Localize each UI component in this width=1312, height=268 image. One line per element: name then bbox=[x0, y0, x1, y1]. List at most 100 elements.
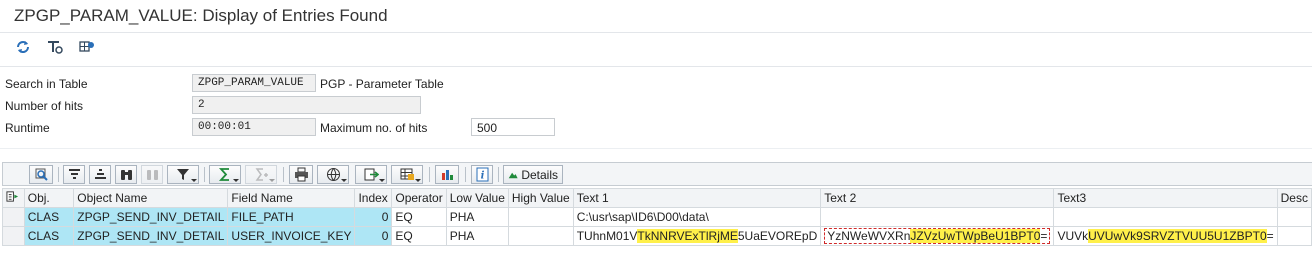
dropdown-caret bbox=[415, 179, 421, 182]
col-field-name[interactable]: Field Name bbox=[227, 188, 356, 208]
row-selector[interactable] bbox=[2, 226, 25, 246]
cell-desc[interactable] bbox=[1276, 226, 1312, 246]
row-selector[interactable] bbox=[2, 207, 25, 227]
application-toolbar bbox=[12, 36, 98, 58]
cell-low-value[interactable]: PHA bbox=[445, 226, 509, 246]
toolbar-separator bbox=[429, 167, 430, 182]
results-grid: Obj. Object Name Field Name Index Operat… bbox=[2, 188, 1312, 246]
subtotal-button[interactable] bbox=[245, 165, 277, 184]
cell-field-name[interactable]: USER_INVOICE_KEY bbox=[227, 226, 356, 246]
dropdown-caret bbox=[341, 179, 347, 182]
col-operator[interactable]: Operator bbox=[391, 188, 447, 208]
info-button[interactable]: i bbox=[471, 165, 493, 184]
table-name-field: ZPGP_PARAM_VALUE bbox=[192, 74, 316, 92]
find-next-button[interactable] bbox=[141, 165, 163, 184]
binoculars-next-icon bbox=[146, 170, 158, 180]
cell-high-value[interactable] bbox=[507, 226, 574, 246]
binoculars-icon bbox=[120, 170, 132, 180]
col-high-value[interactable]: High Value bbox=[507, 188, 574, 208]
col-text-2[interactable]: Text 2 bbox=[820, 188, 1055, 208]
details-button[interactable]: Details bbox=[503, 165, 563, 184]
max-hits-label: Maximum no. of hits bbox=[320, 121, 428, 135]
table-row[interactable]: CLAS ZPGP_SEND_INV_DETAIL USER_INVOICE_K… bbox=[2, 226, 1312, 246]
cell-obj[interactable]: CLAS bbox=[23, 226, 75, 246]
text-2-highlight: JZVzUwTWpBeU1BPT0 bbox=[910, 229, 1041, 243]
title-divider bbox=[0, 32, 1312, 33]
toolbar-separator bbox=[498, 167, 499, 182]
alv-toolbar: i Details bbox=[2, 162, 1312, 186]
cell-text-1[interactable]: C:\usr\sap\ID6\D00\data\ bbox=[572, 207, 822, 227]
print-button[interactable] bbox=[289, 165, 313, 184]
printer-icon bbox=[294, 167, 308, 182]
table-settings-icon[interactable] bbox=[44, 36, 66, 58]
cell-desc[interactable] bbox=[1276, 207, 1312, 227]
cell-field-name[interactable]: FILE_PATH bbox=[227, 207, 356, 227]
text-2-marked: YzNWeWVXRnJZVzUwTWpBeU1BPT0= bbox=[824, 228, 1051, 244]
layout-icon-cell[interactable] bbox=[2, 188, 25, 208]
grid-settings-icon[interactable] bbox=[76, 36, 98, 58]
dropdown-caret bbox=[191, 179, 197, 182]
text-3-part-c: = bbox=[1266, 229, 1274, 243]
layout-button[interactable] bbox=[391, 165, 423, 184]
col-text-3[interactable]: Text3 bbox=[1053, 188, 1278, 208]
cell-operator[interactable]: EQ bbox=[391, 226, 447, 246]
cell-operator[interactable]: EQ bbox=[391, 207, 447, 227]
cell-low-value[interactable]: PHA bbox=[445, 207, 509, 227]
col-obj[interactable]: Obj. bbox=[23, 188, 75, 208]
dropdown-caret bbox=[379, 179, 385, 182]
cell-object-name[interactable]: ZPGP_SEND_INV_DETAIL bbox=[73, 226, 229, 246]
find-button[interactable] bbox=[115, 165, 137, 184]
table-description: PGP - Parameter Table bbox=[320, 77, 444, 91]
graphic-button[interactable] bbox=[435, 165, 459, 184]
mountain-icon bbox=[508, 172, 518, 179]
text-1-highlight: TkNNRVExTlRjME bbox=[637, 229, 738, 243]
col-index[interactable]: Index bbox=[354, 188, 393, 208]
cell-text-1[interactable]: TUhnM01VTkNNRVExTlRjME5UaEVOREpD bbox=[572, 226, 822, 246]
text-1-part-c: 5UaEVOREpD bbox=[737, 229, 818, 243]
select-all-icon bbox=[6, 191, 19, 202]
cell-obj[interactable]: CLAS bbox=[23, 207, 75, 227]
window-title: ZPGP_PARAM_VALUE: Display of Entries Fou… bbox=[14, 6, 388, 25]
svg-text:i: i bbox=[480, 171, 484, 182]
search-table-label: Search in Table bbox=[5, 77, 88, 91]
cell-text-2[interactable] bbox=[820, 207, 1055, 227]
header-row: Obj. Object Name Field Name Index Operat… bbox=[2, 188, 1312, 208]
col-desc[interactable]: Desc bbox=[1276, 188, 1312, 208]
toolbar-separator bbox=[283, 167, 284, 182]
col-low-value[interactable]: Low Value bbox=[445, 188, 509, 208]
info-icon: i bbox=[476, 167, 488, 182]
total-button[interactable] bbox=[209, 165, 241, 184]
toolbar-separator bbox=[465, 167, 466, 182]
text-2-part-c: = bbox=[1040, 229, 1048, 243]
filter-button[interactable] bbox=[167, 165, 199, 184]
magnifier-icon bbox=[35, 168, 48, 181]
cell-text-3[interactable]: VUVkUVUwVk9SRVZTVUU5U1ZBPT0= bbox=[1053, 226, 1278, 246]
text-3-part-a: VUVk bbox=[1057, 229, 1089, 243]
sum-icon bbox=[218, 168, 229, 181]
max-hits-input[interactable]: 500 bbox=[471, 118, 555, 136]
col-object-name[interactable]: Object Name bbox=[73, 188, 229, 208]
cell-object-name[interactable]: ZPGP_SEND_INV_DETAIL bbox=[73, 207, 229, 227]
cell-index[interactable]: 0 bbox=[354, 207, 393, 227]
export-icon bbox=[364, 168, 379, 181]
sort-ascending-icon bbox=[68, 169, 80, 179]
bar-chart-icon bbox=[441, 170, 453, 180]
cell-text-2[interactable]: YzNWeWVXRnJZVzUwTWpBeU1BPT0= bbox=[820, 226, 1055, 246]
dropdown-caret bbox=[233, 179, 239, 182]
table-row[interactable]: CLAS ZPGP_SEND_INV_DETAIL FILE_PATH 0 EQ… bbox=[2, 207, 1312, 227]
sort-descending-button[interactable] bbox=[89, 165, 111, 184]
cell-high-value[interactable] bbox=[507, 207, 574, 227]
runtime-label: Runtime bbox=[5, 121, 50, 135]
refresh-icon[interactable] bbox=[12, 36, 34, 58]
col-text-1[interactable]: Text 1 bbox=[572, 188, 822, 208]
toolbar-separator bbox=[58, 167, 59, 182]
export-button[interactable] bbox=[355, 165, 387, 184]
text-2-part-a: YzNWeWVXRn bbox=[827, 229, 911, 243]
globe-icon bbox=[326, 168, 340, 181]
cell-text-3[interactable] bbox=[1053, 207, 1278, 227]
sort-ascending-button[interactable] bbox=[63, 165, 85, 184]
select-detail-button[interactable] bbox=[29, 165, 53, 184]
subtotal-icon bbox=[255, 168, 268, 181]
cell-index[interactable]: 0 bbox=[354, 226, 393, 246]
views-button[interactable] bbox=[317, 165, 349, 184]
